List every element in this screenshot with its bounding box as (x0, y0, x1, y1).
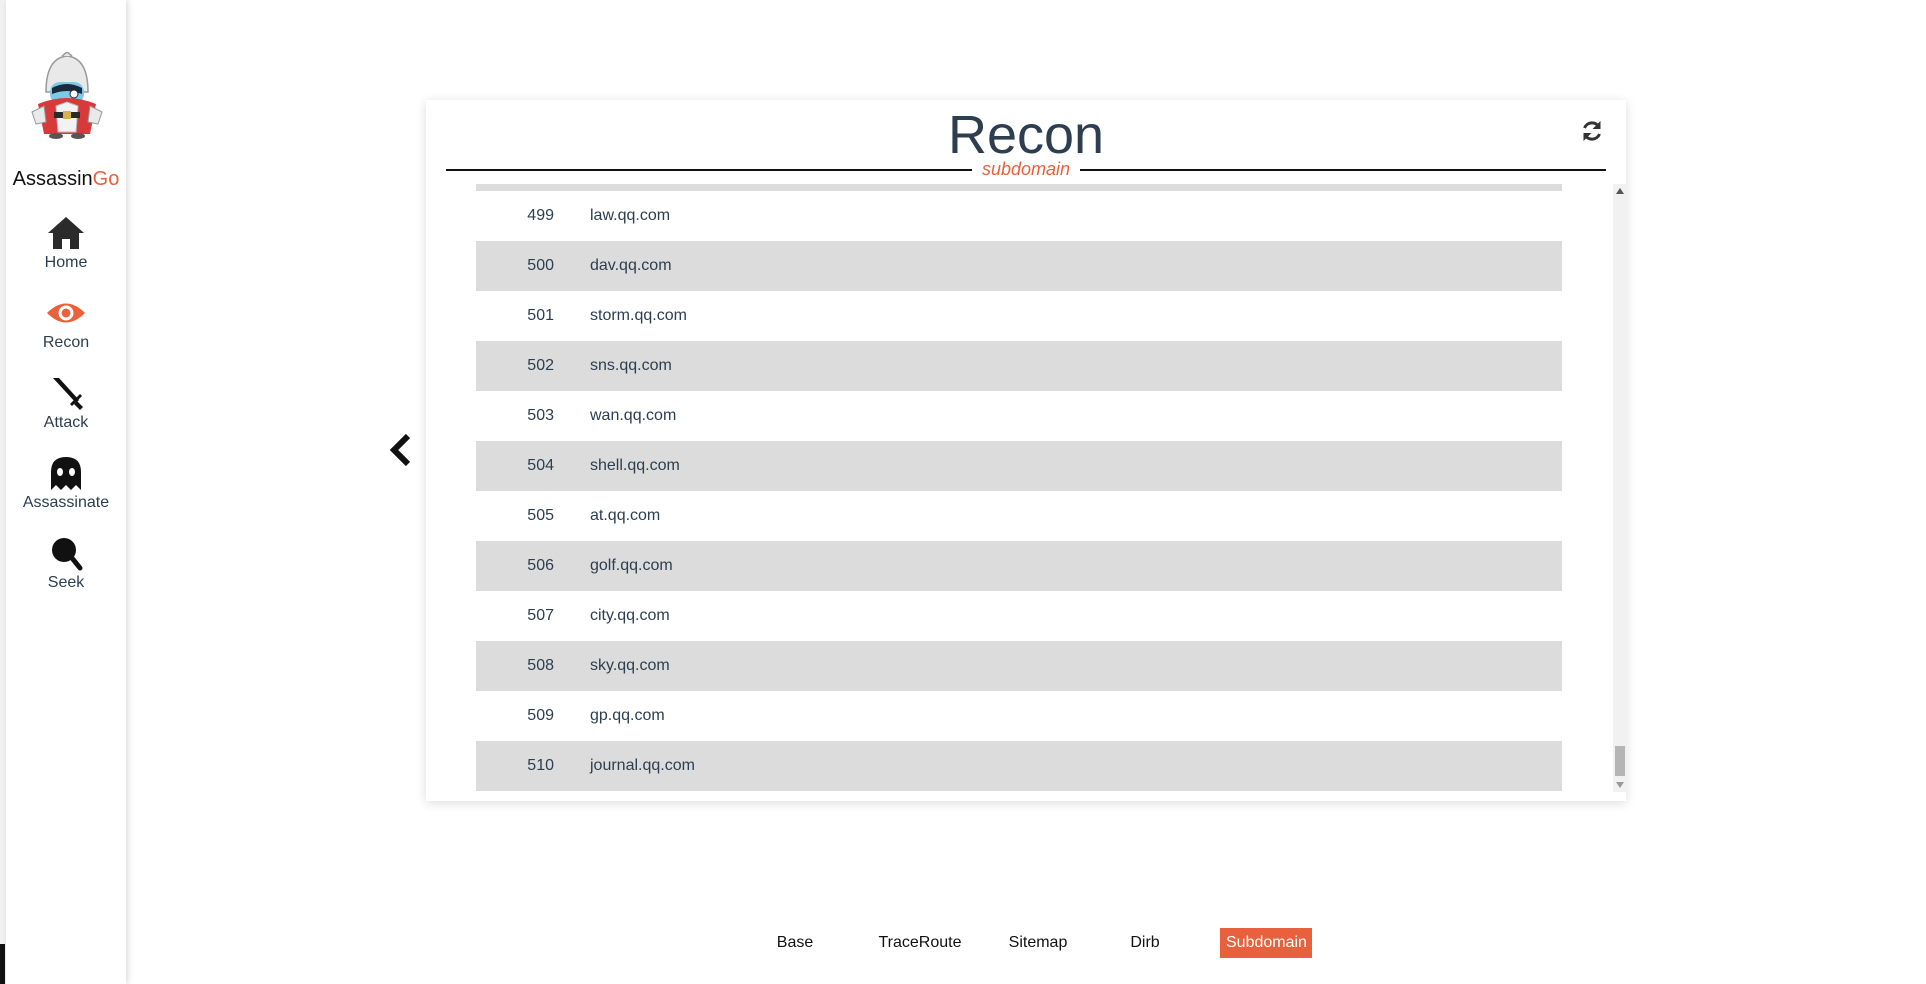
row-domain: storm.qq.com (590, 307, 687, 324)
sword-icon (53, 378, 83, 410)
tab-sitemap[interactable]: Sitemap (996, 928, 1080, 958)
row-domain: at.qq.com (590, 507, 661, 524)
row-number: 508 (527, 657, 554, 674)
subdomain-list: 499 law.qq.com 500 dav.qq.com 501 storm.qq.… (476, 184, 1562, 792)
list-scrollbar[interactable] (1613, 184, 1627, 792)
row-number: 504 (527, 457, 554, 474)
list-item: 510 journal.qq.com (476, 741, 1562, 791)
brand-name: AssassinGo (6, 168, 126, 191)
sidebar-item-home[interactable]: Home (6, 214, 126, 284)
row-number: 500 (527, 257, 554, 274)
home-icon (48, 217, 84, 249)
sidebar-item-label: Recon (42, 334, 90, 351)
row-number: 499 (527, 207, 554, 224)
eye-icon (47, 303, 85, 323)
scroll-up-arrow-icon[interactable] (1616, 188, 1624, 194)
list-item: 507 city.qq.com (476, 591, 1562, 641)
tab-subdomain[interactable]: Subdomain (1220, 928, 1312, 958)
search-icon (52, 538, 83, 571)
row-domain: shell.qq.com (590, 457, 680, 474)
chevron-left-icon[interactable] (386, 432, 416, 468)
assassin-logo (26, 51, 108, 140)
row-domain: gp.qq.com (590, 707, 665, 724)
list-item: 504 shell.qq.com (476, 441, 1562, 491)
sidebar-item-label: Assassinate (22, 494, 110, 511)
sidebar-item-label: Attack (43, 414, 89, 431)
row-domain: sky.qq.com (590, 657, 670, 674)
brand-name-suffix: Go (92, 168, 120, 190)
row-number: 503 (527, 407, 554, 424)
recon-panel: Recon subdomain 499 law.qq.com 500 dav.qq.… (426, 100, 1627, 801)
list-item: 508 sky.qq.com (476, 641, 1562, 691)
row-domain: city.qq.com (590, 607, 670, 624)
row-number: 510 (527, 757, 554, 774)
list-item: 499 law.qq.com (476, 191, 1562, 241)
sidebar-item-seek[interactable]: Seek (6, 534, 126, 604)
list-item: 505 at.qq.com (476, 491, 1562, 541)
list-item: 503 wan.qq.com (476, 391, 1562, 441)
row-number: 507 (527, 607, 554, 624)
list-item: 502 sns.qq.com (476, 341, 1562, 391)
row-domain: law.qq.com (590, 207, 671, 224)
list-item: 500 dav.qq.com (476, 241, 1562, 291)
sidebar-item-recon[interactable]: Recon (6, 294, 126, 364)
sidebar-item-label: Seek (47, 574, 85, 591)
list-row-partial (476, 184, 1562, 191)
panel-subtitle: subdomain (981, 159, 1071, 179)
title-rule-left (446, 169, 972, 171)
sidebar-item-label: Home (44, 254, 88, 271)
sidebar-item-assassinate[interactable]: Assassinate (6, 454, 126, 524)
row-domain: wan.qq.com (590, 407, 677, 424)
row-number: 502 (527, 357, 554, 374)
row-number: 505 (527, 507, 554, 524)
sidebar-item-attack[interactable]: Attack (6, 374, 126, 444)
tab-base[interactable]: Base (761, 928, 829, 958)
row-number: 509 (527, 707, 554, 724)
sidebar: AssassinGo Home Recon Attack Assassinate (6, 0, 126, 984)
scroll-down-arrow-icon[interactable] (1616, 782, 1624, 788)
row-domain: golf.qq.com (590, 557, 673, 574)
ghost-icon (51, 457, 81, 490)
row-number: 501 (527, 307, 554, 324)
tab-dirb[interactable]: Dirb (1116, 928, 1174, 958)
row-domain: sns.qq.com (590, 357, 672, 374)
row-number: 506 (527, 557, 554, 574)
tab-traceroute[interactable]: TraceRoute (864, 928, 976, 958)
list-item: 506 golf.qq.com (476, 541, 1562, 591)
brand-name-prefix: Assassin (12, 168, 93, 190)
refresh-icon[interactable] (1579, 118, 1605, 144)
scrollbar-thumb[interactable] (1615, 746, 1625, 776)
list-item: 501 storm.qq.com (476, 291, 1562, 341)
title-rule-right (1080, 169, 1606, 171)
list-item: 509 gp.qq.com (476, 691, 1562, 741)
row-domain: dav.qq.com (590, 257, 672, 274)
bottom-tabs: Base TraceRoute Sitemap Dirb Subdomain (0, 928, 1926, 958)
row-domain: journal.qq.com (590, 757, 695, 774)
